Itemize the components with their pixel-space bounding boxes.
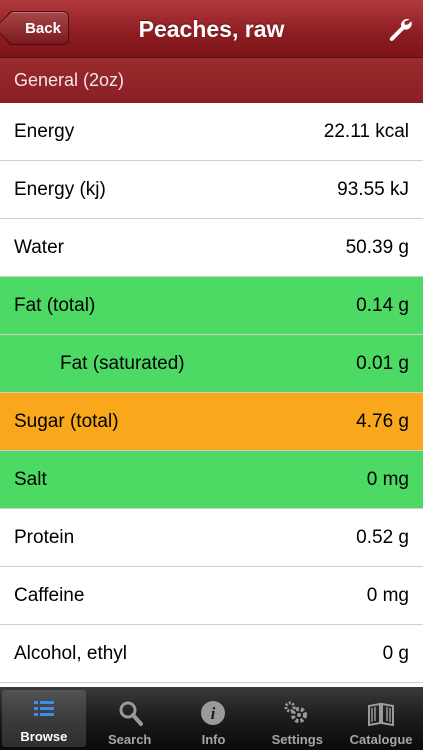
- nutrient-row[interactable]: Fat (saturated) 0.01 g: [0, 335, 423, 393]
- nutrient-value: 0.01 g: [356, 352, 409, 374]
- gears-icon: [284, 701, 308, 723]
- tab-browse[interactable]: Browse: [2, 690, 86, 747]
- nutrient-label: Energy (kj): [14, 178, 106, 200]
- nutrient-label: Fat (total): [14, 294, 96, 316]
- nutrient-row[interactable]: Fat (total) 0.14 g: [0, 277, 423, 335]
- back-button[interactable]: Back: [7, 11, 69, 45]
- nutrient-label: Salt: [14, 468, 47, 490]
- tab-bar: Browse Search i Info Settings Catalogue: [0, 687, 423, 750]
- wrench-icon[interactable]: [387, 16, 413, 42]
- nutrient-value: 4.76 g: [356, 410, 409, 432]
- tab-catalogue[interactable]: Catalogue: [339, 687, 423, 750]
- nutrient-label: Alcohol, ethyl: [14, 642, 128, 664]
- tab-label: Info: [201, 732, 226, 747]
- nutrient-label: Sugar (total): [14, 410, 119, 432]
- list-icon: [33, 701, 54, 716]
- nutrient-row[interactable]: Salt 0 mg: [0, 451, 423, 509]
- tab-label: Catalogue: [349, 732, 413, 747]
- nutrient-row[interactable]: Water 50.39 g: [0, 219, 423, 277]
- nutrient-row[interactable]: Alcohol, ethyl 0 g: [0, 625, 423, 683]
- nutrient-value: 0 g: [382, 642, 409, 664]
- nutrient-row[interactable]: Energy 22.11 kcal: [0, 103, 423, 161]
- nutrient-label: Caffeine: [14, 584, 85, 606]
- nutrient-value: 0 mg: [366, 468, 409, 490]
- nutrient-label: Fat (saturated): [60, 352, 185, 374]
- book-icon: [368, 702, 395, 727]
- tab-label: Settings: [271, 732, 323, 747]
- nutrient-label: Protein: [14, 526, 75, 548]
- nutrient-row[interactable]: Caffeine 0 mg: [0, 567, 423, 625]
- nutrient-value: 0.52 g: [356, 526, 409, 548]
- nutrient-list: Energy 22.11 kcal Energy (kj) 93.55 kJ Water…: [0, 103, 423, 683]
- nutrient-value: 0 mg: [366, 584, 409, 606]
- nutrient-label: Energy: [14, 120, 75, 142]
- back-button-label: Back: [25, 19, 61, 37]
- nutrient-value: 0.14 g: [356, 294, 409, 316]
- tab-settings[interactable]: Settings: [255, 687, 339, 750]
- tab-label: Search: [108, 732, 152, 747]
- tab-info[interactable]: i Info: [172, 687, 256, 750]
- nutrient-row[interactable]: Energy (kj) 93.55 kJ: [0, 161, 423, 219]
- svg-text:i: i: [211, 704, 216, 723]
- nutrient-row[interactable]: Protein 0.52 g: [0, 509, 423, 567]
- nutrient-value: 93.55 kJ: [337, 178, 409, 200]
- section-header: General (2oz): [0, 58, 423, 103]
- search-icon: [119, 701, 143, 726]
- nutrient-value: 50.39 g: [345, 236, 409, 258]
- nutrient-value: 22.11 kcal: [323, 120, 409, 142]
- info-icon: i: [201, 701, 226, 725]
- tab-search[interactable]: Search: [88, 687, 172, 750]
- nutrient-row[interactable]: Sugar (total) 4.76 g: [0, 393, 423, 451]
- nutrient-label: Water: [14, 236, 64, 258]
- navigation-bar: Back Peaches, raw: [0, 0, 423, 58]
- tab-label: Browse: [20, 729, 68, 744]
